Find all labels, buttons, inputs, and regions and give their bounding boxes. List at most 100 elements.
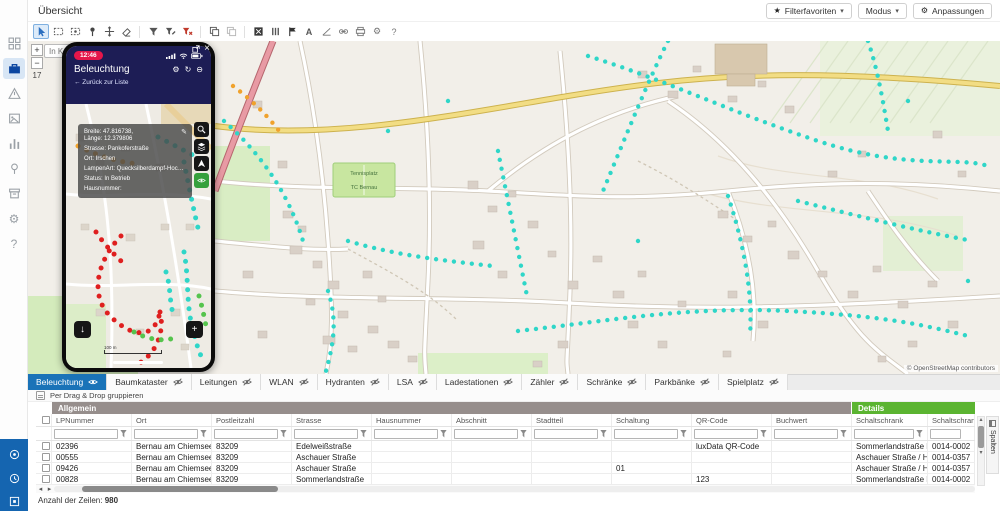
- col-schaltung[interactable]: Schaltung: [612, 414, 692, 426]
- copy-features-tool[interactable]: [206, 24, 222, 39]
- sidebar-item-archive[interactable]: [3, 183, 25, 204]
- col-stadtteil[interactable]: Stadtteil: [532, 414, 612, 426]
- group-hint-bar[interactable]: Per Drag & Drop gruppieren: [28, 390, 1000, 402]
- phone-search-button[interactable]: [194, 122, 209, 137]
- col-qr-code[interactable]: QR-Code: [692, 414, 772, 426]
- sidebar-item-help[interactable]: ?: [3, 233, 25, 254]
- funnel-icon[interactable]: [680, 430, 687, 438]
- filter-schaltschranknummer-input[interactable]: [930, 429, 961, 439]
- funnel-icon[interactable]: [360, 430, 367, 438]
- back-to-list-link[interactable]: ← Zurück zur Liste: [66, 75, 211, 86]
- tab-schraenke[interactable]: Schränke: [578, 374, 646, 390]
- spalten-panel-tab[interactable]: Spalten: [986, 416, 999, 474]
- filter-hausnummer-input[interactable]: [374, 429, 438, 439]
- sidebar-item-media[interactable]: [3, 108, 25, 129]
- paste-features-tool[interactable]: [223, 24, 239, 39]
- col-postleitzahl[interactable]: Postleitzahl: [212, 414, 292, 426]
- tab-leitungen[interactable]: Leitungen: [192, 374, 261, 390]
- modus-button[interactable]: Modus▾: [858, 3, 907, 19]
- sidebar-item-dashboard[interactable]: [3, 33, 25, 54]
- sidebar-item-alerts[interactable]: [3, 83, 25, 104]
- tab-spielplatz[interactable]: Spielplatz: [719, 374, 788, 390]
- funnel-icon[interactable]: [280, 430, 287, 438]
- row-checkbox[interactable]: [42, 442, 50, 450]
- scroll-left-button[interactable]: ◂: [36, 485, 45, 493]
- group-header-details[interactable]: Details: [852, 402, 975, 414]
- table-row[interactable]: 09426Bernau am Chiemsee83209Aschauer Str…: [36, 463, 975, 474]
- measure-tool[interactable]: [318, 24, 334, 39]
- help-tool[interactable]: ?: [386, 24, 402, 39]
- table-row[interactable]: 02396Bernau am Chiemsee83209Edelweißstra…: [36, 441, 975, 452]
- sidebar-item-map-workspace[interactable]: [3, 58, 25, 79]
- sidebar-item-status[interactable]: [5, 445, 23, 463]
- funnel-icon[interactable]: [200, 430, 207, 438]
- filter-stadtteil-input[interactable]: [534, 429, 598, 439]
- zoom-in-button[interactable]: +: [31, 44, 43, 56]
- funnel-icon[interactable]: [120, 430, 127, 438]
- print-tool[interactable]: [352, 24, 368, 39]
- move-tool[interactable]: [101, 24, 117, 39]
- table-row[interactable]: 00828Bernau am Chiemsee83209Sommerlandst…: [36, 474, 975, 485]
- table-row[interactable]: 00555Bernau am Chiemsee83209Aschauer Str…: [36, 452, 975, 463]
- funnel-icon[interactable]: [760, 430, 767, 438]
- phone-add-button[interactable]: +: [186, 321, 203, 338]
- filter-tool[interactable]: [145, 24, 161, 39]
- filter-edit-tool[interactable]: [162, 24, 178, 39]
- phone-download-button[interactable]: ↓: [74, 321, 91, 338]
- layers-panel-tool[interactable]: [267, 24, 283, 39]
- phone-visibility-button[interactable]: [194, 173, 209, 188]
- col-schaltschranknummer[interactable]: Schaltschranknummer: [928, 414, 975, 426]
- h-scroll-thumb[interactable]: [82, 486, 278, 492]
- funnel-icon[interactable]: [440, 430, 447, 438]
- sidebar-item-exit[interactable]: [5, 492, 23, 510]
- tab-lsa[interactable]: LSA: [389, 374, 437, 390]
- refresh-icon[interactable]: ↻: [185, 65, 192, 74]
- sidebar-item-settings[interactable]: ⚙: [3, 208, 25, 229]
- group-header-allgemein[interactable]: Allgemein: [52, 402, 852, 414]
- filter-buchwert-input[interactable]: [774, 429, 838, 439]
- sidebar-item-locations[interactable]: [3, 158, 25, 179]
- filter-schaltschrank-input[interactable]: [854, 429, 914, 439]
- tab-ladestationen[interactable]: Ladestationen: [437, 374, 522, 390]
- map-settings-tool[interactable]: ⚙: [369, 24, 385, 39]
- edit-pencil-icon[interactable]: ✎: [181, 128, 187, 136]
- scroll-down-button[interactable]: ▾: [979, 450, 982, 457]
- col-abschnitt[interactable]: Abschnitt: [452, 414, 532, 426]
- link-tool[interactable]: [335, 24, 351, 39]
- minus-circle-icon[interactable]: ⊖: [196, 65, 203, 74]
- filter-lpnummer-input[interactable]: [54, 429, 118, 439]
- tab-hydranten[interactable]: Hydranten: [318, 374, 389, 390]
- funnel-icon[interactable]: [916, 430, 923, 438]
- filterfavoriten-button[interactable]: ★Filterfavoriten▾: [766, 3, 852, 19]
- scroll-right-button[interactable]: ▸: [45, 485, 54, 493]
- sidebar-item-statistics[interactable]: [3, 133, 25, 154]
- tab-parkbaenke[interactable]: Parkbänke: [646, 374, 719, 390]
- anpassungen-button[interactable]: ⚙Anpassungen: [913, 3, 992, 19]
- flag-tool[interactable]: [284, 24, 300, 39]
- phone-locate-button[interactable]: [194, 156, 209, 171]
- popout-icon[interactable]: [192, 45, 200, 53]
- zoom-out-button[interactable]: −: [31, 57, 43, 69]
- tab-baumkataster[interactable]: Baumkataster: [107, 374, 191, 390]
- tab-wlan[interactable]: WLAN: [261, 374, 318, 390]
- box-select-tool[interactable]: [50, 24, 66, 39]
- col-schaltschrank[interactable]: Schaltschrank: [852, 414, 928, 426]
- filter-schaltung-input[interactable]: [614, 429, 678, 439]
- col-hausnummer[interactable]: Hausnummer: [372, 414, 452, 426]
- row-checkbox[interactable]: [42, 464, 50, 472]
- zoom-extent-tool[interactable]: [250, 24, 266, 39]
- col-ort[interactable]: Ort: [132, 414, 212, 426]
- col-strasse[interactable]: Strasse: [292, 414, 372, 426]
- filter-clear-tool[interactable]: [179, 24, 195, 39]
- select-all-checkbox[interactable]: [42, 416, 50, 424]
- funnel-icon[interactable]: [520, 430, 527, 438]
- marker-tool[interactable]: [84, 24, 100, 39]
- scroll-up-button[interactable]: ▴: [979, 417, 982, 424]
- gear-icon[interactable]: ⚙: [172, 65, 179, 74]
- filter-strasse-input[interactable]: [294, 429, 358, 439]
- filter-ort-input[interactable]: [134, 429, 198, 439]
- phone-map[interactable]: ✎ Breite: 47.816738, Länge: 12.379806 St…: [66, 104, 211, 368]
- filter-qr-code-input[interactable]: [694, 429, 758, 439]
- sidebar-item-history[interactable]: [5, 469, 23, 487]
- filter-abschnitt-input[interactable]: [454, 429, 518, 439]
